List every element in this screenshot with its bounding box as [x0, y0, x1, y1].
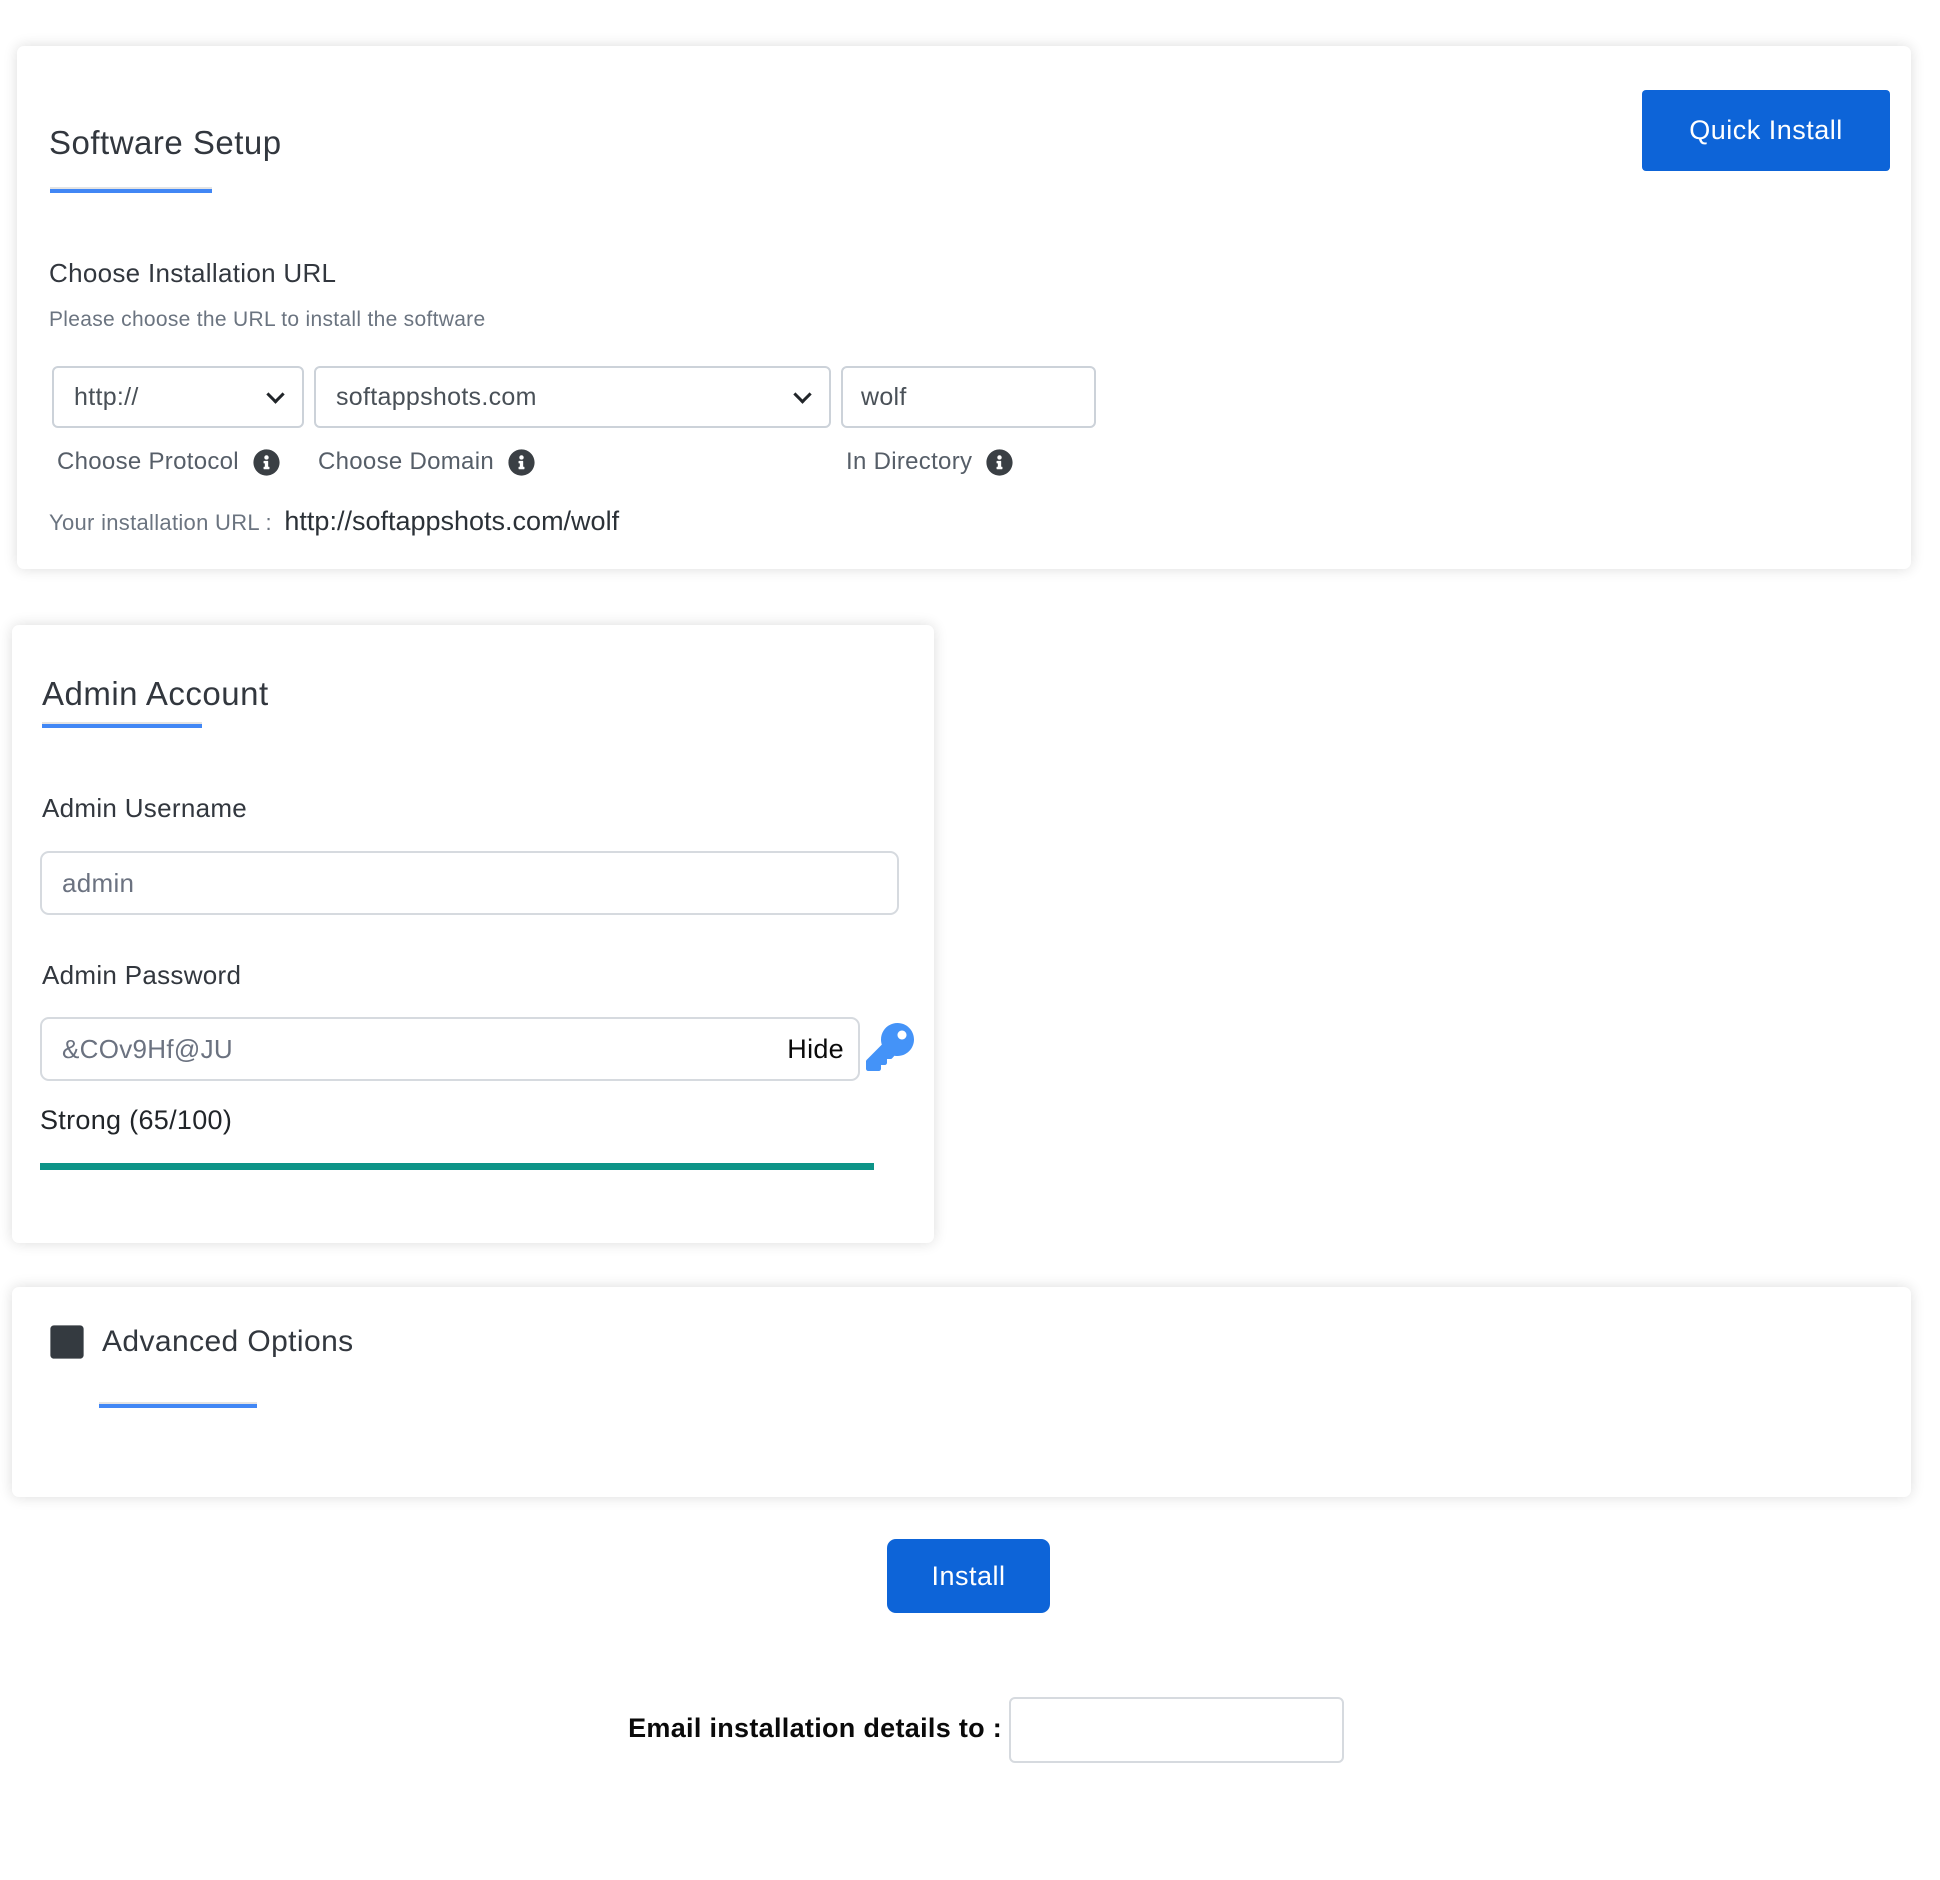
installation-url-value: http://softappshots.com/wolf	[284, 506, 620, 536]
quick-install-button[interactable]: Quick Install	[1642, 90, 1890, 171]
protocol-label-group: Choose Protocol	[57, 448, 280, 476]
info-icon[interactable]	[986, 448, 1013, 476]
admin-account-title: Admin Account	[42, 675, 269, 712]
install-button[interactable]: Install	[887, 1539, 1050, 1613]
software-setup-title: Software Setup	[49, 124, 282, 161]
admin-account-card: Admin Account Admin Username Admin Passw…	[12, 625, 934, 1243]
choose-installation-url-heading: Choose Installation URL	[49, 258, 337, 288]
password-hide-toggle[interactable]: Hide	[787, 1034, 858, 1065]
choose-installation-url-subtitle: Please choose the URL to install the sof…	[49, 308, 486, 331]
directory-label-group: In Directory	[846, 448, 1013, 476]
password-strength-text: Strong (65/100)	[40, 1105, 233, 1135]
admin-password-label: Admin Password	[42, 960, 242, 990]
advanced-options-title: Advanced Options	[102, 1325, 354, 1358]
installation-url-row: http:// softappshots.com	[17, 366, 1911, 428]
protocol-select[interactable]: http://	[52, 366, 304, 428]
title-underline	[50, 187, 212, 193]
protocol-label: Choose Protocol	[57, 448, 239, 475]
admin-password-field: Hide	[40, 1017, 860, 1081]
info-icon[interactable]	[508, 448, 535, 476]
password-strength-bar	[40, 1163, 874, 1170]
advanced-options-toggle[interactable]: Advanced Options	[48, 1323, 354, 1361]
admin-username-input[interactable]	[40, 851, 899, 915]
installation-url-label: Your installation URL :	[49, 510, 272, 535]
advanced-options-card: Advanced Options	[12, 1287, 1911, 1497]
domain-label-group: Choose Domain	[318, 448, 535, 476]
password-strength-fill	[40, 1163, 874, 1170]
software-setup-card: Software Setup Quick Install Choose Inst…	[17, 46, 1911, 569]
protocol-select-wrap: http://	[52, 366, 304, 428]
directory-label: In Directory	[846, 448, 973, 475]
key-icon[interactable]	[866, 1023, 914, 1071]
admin-username-label: Admin Username	[42, 793, 248, 823]
field-labels-row: Choose Protocol Choose Domain In Directo…	[17, 448, 1911, 478]
domain-select[interactable]: softappshots.com	[314, 366, 831, 428]
title-underline	[42, 722, 202, 728]
installer-page: Software Setup Quick Install Choose Inst…	[0, 0, 1940, 1880]
plus-square-icon	[48, 1323, 86, 1361]
info-icon[interactable]	[253, 448, 280, 476]
email-details-input[interactable]	[1009, 1697, 1344, 1763]
admin-password-input[interactable]	[42, 1019, 788, 1079]
email-details-label: Email installation details to :	[628, 1713, 1002, 1743]
installation-url-line: Your installation URL : http://softappsh…	[49, 506, 619, 537]
title-underline	[99, 1402, 257, 1408]
domain-label: Choose Domain	[318, 448, 494, 475]
directory-input[interactable]	[841, 366, 1096, 428]
domain-select-wrap: softappshots.com	[314, 366, 831, 428]
